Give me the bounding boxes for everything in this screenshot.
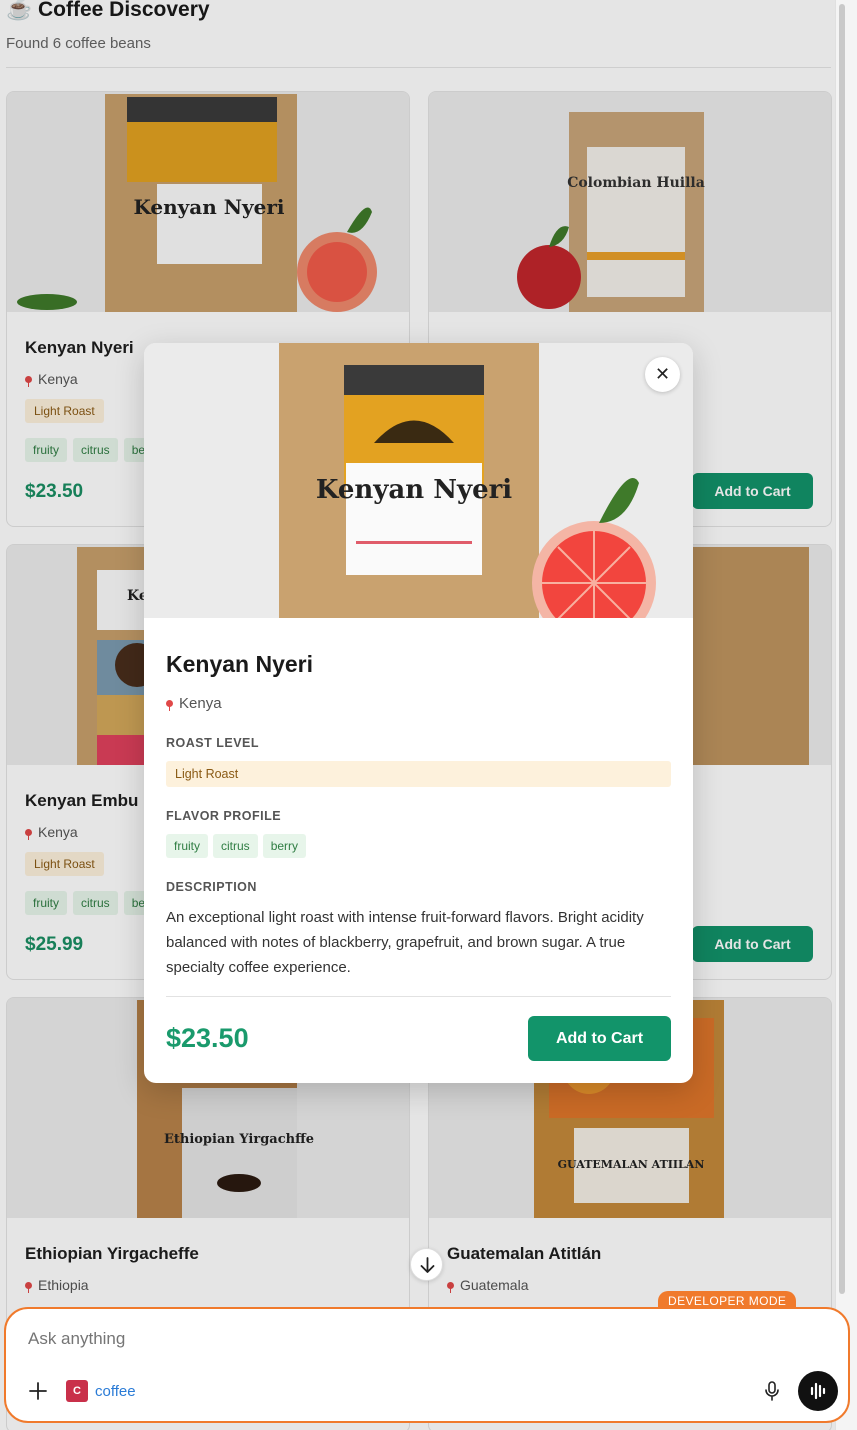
arrow-down-icon [420,1257,435,1273]
add-attachment-button[interactable] [26,1379,50,1403]
voice-mode-button[interactable] [798,1371,838,1411]
modal-origin: Kenya [166,695,222,712]
close-button[interactable]: ✕ [645,357,680,392]
modal-roast-badge: Light Roast [166,761,671,787]
modal-coffee-image: Kenyan Nyeri ✕ [144,343,693,618]
location-pin-icon [166,700,173,711]
modal-price: $23.50 [166,1023,249,1053]
app-window: ☕ Coffee Discovery Found 6 coffee beans … [0,0,857,1430]
microphone-icon [765,1381,779,1401]
app-chip[interactable]: C coffee [66,1380,136,1402]
app-chip-label: coffee [95,1382,136,1400]
voice-wave-icon [810,1382,826,1400]
flavor-profile-heading: FLAVOR PROFILE [166,809,282,823]
ask-input[interactable] [28,1329,728,1349]
flavor-tag: berry [262,834,307,858]
roast-level-heading: ROAST LEVEL [166,736,260,750]
divider [166,996,671,997]
chat-composer: C coffee [4,1307,850,1423]
flavor-tag: fruity [166,834,209,858]
coffee-detail-modal: Kenyan Nyeri ✕ Kenyan Nyeri Kenya ROAST … [144,343,693,1083]
modal-coffee-name: Kenyan Nyeri [166,651,314,677]
scroll-down-button[interactable] [410,1248,443,1281]
flavor-tag: citrus [213,834,258,858]
description-heading: DESCRIPTION [166,880,257,894]
plus-icon [29,1382,47,1400]
modal-bag-label: Kenyan Nyeri [316,475,512,505]
scrollbar-thumb[interactable] [839,4,845,1294]
add-to-cart-button[interactable]: Add to Cart [528,1016,671,1061]
modal-origin-text: Kenya [179,695,222,712]
modal-flavor-tags: fruity citrus berry [166,834,307,858]
app-chip-icon: C [66,1380,88,1402]
modal-description: An exceptional light roast with intense … [166,909,644,976]
dictate-button[interactable] [760,1379,784,1403]
